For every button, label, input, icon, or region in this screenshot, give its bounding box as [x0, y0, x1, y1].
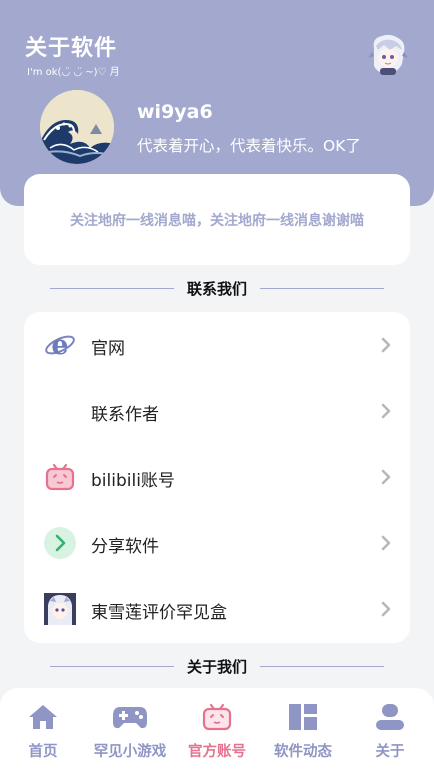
user-bio: 代表着开心，代表着快乐。OK了 — [137, 137, 361, 155]
dashboard-icon — [258, 702, 348, 732]
svg-text:e: e — [51, 330, 68, 361]
share-icon — [44, 527, 76, 559]
chevron-right-icon — [381, 469, 391, 485]
ie-icon: e — [44, 329, 76, 361]
link-label: 東雪莲评价罕见盒 — [91, 603, 227, 623]
page-title: 关于软件 — [25, 36, 118, 61]
divider-line — [260, 665, 385, 667]
tab-home[interactable]: 首页 — [0, 688, 88, 772]
bilibili-tv-icon — [172, 702, 262, 732]
avatar[interactable] — [40, 90, 114, 164]
tab-mini-games[interactable]: 罕见小游戏 — [85, 688, 175, 772]
page-subtitle: I'm ok(◡̈ ◡̈ ~)♡ 月 — [27, 67, 120, 78]
tab-about[interactable]: 关于 — [345, 688, 434, 772]
notice-card: 关注地府一线消息喵，关注地府一线消息谢谢喵 — [24, 174, 410, 265]
gamepad-icon — [85, 702, 175, 732]
tab-label: 关于 — [375, 744, 405, 760]
tab-software-news[interactable]: 软件动态 — [258, 688, 348, 772]
link-item-website[interactable]: e 官网 — [24, 312, 410, 378]
section-divider-about: 关于我们 — [50, 655, 385, 677]
section-divider-contact: 联系我们 — [50, 277, 385, 299]
section-title-contact: 联系我们 — [187, 279, 248, 298]
user-icon — [345, 702, 434, 732]
mascot-icon[interactable] — [368, 34, 408, 76]
link-item-bilibili[interactable]: bilibili账号 — [24, 444, 410, 510]
link-label: bilibili账号 — [91, 471, 175, 491]
tab-official-account[interactable]: 官方账号 — [172, 688, 262, 772]
character-avatar-icon — [44, 593, 76, 625]
tab-label: 官方账号 — [188, 744, 246, 760]
links-card: e 官网 联系作者 bilibili账号 分享软件 東雪莲评价罕见盒 — [24, 312, 410, 643]
section-title-about: 关于我们 — [187, 657, 248, 676]
username: wi9ya6 — [137, 101, 213, 123]
chevron-right-icon — [381, 403, 391, 419]
link-label: 联系作者 — [91, 405, 159, 425]
notice-text: 关注地府一线消息喵，关注地府一线消息谢谢喵 — [70, 212, 364, 229]
chevron-right-icon — [381, 601, 391, 617]
tab-label: 罕见小游戏 — [93, 744, 167, 760]
link-label: 官网 — [91, 339, 125, 359]
bottom-tab-bar: 首页 罕见小游戏 官方账号 软件动态 关于 — [0, 688, 434, 772]
tab-label: 软件动态 — [274, 744, 332, 760]
home-icon — [0, 702, 88, 732]
link-item-contact-author[interactable]: 联系作者 — [24, 378, 410, 444]
divider-line — [50, 665, 174, 667]
divider-line — [50, 287, 174, 289]
link-item-share[interactable]: 分享软件 — [24, 510, 410, 576]
divider-line — [260, 287, 385, 289]
tab-label: 首页 — [28, 744, 58, 760]
chevron-right-icon — [381, 337, 391, 353]
link-item-review-box[interactable]: 東雪莲评价罕见盒 — [24, 576, 410, 642]
link-label: 分享软件 — [91, 537, 159, 557]
bilibili-icon — [44, 461, 76, 493]
chevron-right-icon — [381, 535, 391, 551]
wave-painting-icon — [40, 90, 114, 164]
